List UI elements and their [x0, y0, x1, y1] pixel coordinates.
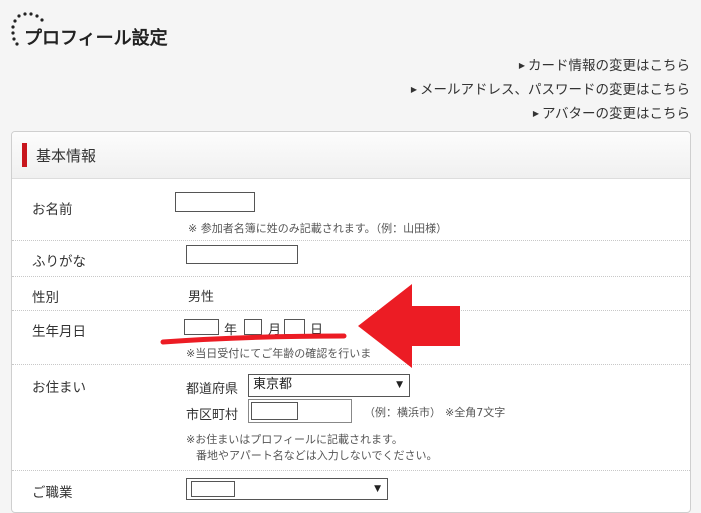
triangle-bullet-icon: ▶: [410, 85, 417, 94]
name-label: お名前: [32, 202, 73, 218]
page-title: プロフィール設定: [24, 28, 168, 49]
settings-links: ▶ カード情報の変更はこちら ▶ メールアドレス、パスワードの変更はこちら ▶ アバタ…: [411, 55, 690, 127]
dropdown-arrow-icon: ▼: [396, 380, 403, 390]
furigana-row: ふりがな: [12, 240, 690, 277]
birthdate-row: 生年月日 年 月 日 ※当日受付にてご年齢の確認を行いま: [12, 310, 690, 365]
name-input[interactable]: [175, 192, 255, 212]
gender-value: 男性: [188, 290, 215, 305]
month-unit: 月: [268, 323, 282, 338]
prefecture-select[interactable]: 東京都 ▼: [248, 374, 410, 397]
birthdate-note: ※当日受付にてご年齢の確認を行いま: [186, 347, 372, 360]
furigana-input[interactable]: [186, 245, 298, 264]
birth-month-input[interactable]: [244, 319, 262, 335]
year-unit: 年: [224, 323, 238, 338]
email-password-link[interactable]: ▶ メールアドレス、パスワードの変更はこちら: [411, 79, 690, 103]
occupation-select[interactable]: ▼: [186, 478, 388, 500]
name-row: お名前 ※ 参加者名簿に姓のみ記載されます。（例：山田様）: [12, 179, 690, 241]
birth-year-input[interactable]: [184, 319, 219, 335]
address-note-line1: ※お住まいはプロフィールに記載されます。: [186, 433, 403, 446]
address-label: お住まい: [32, 380, 86, 396]
gender-label: 性別: [32, 290, 59, 306]
dropdown-arrow-icon: ▼: [374, 484, 381, 494]
prefecture-label: 都道府県: [186, 382, 239, 397]
city-input[interactable]: [251, 402, 298, 420]
card-info-link[interactable]: ▶ カード情報の変更はこちら: [411, 55, 690, 79]
occupation-value-box: [191, 481, 235, 497]
triangle-bullet-icon: ▶: [518, 61, 525, 70]
basic-info-panel: 基本情報 お名前 ※ 参加者名簿に姓のみ記載されます。（例：山田様） ふりがな …: [11, 131, 691, 513]
address-note-line2: 番地やアパート名などは入力しないでください。: [196, 449, 438, 462]
gender-row: 性別 男性: [12, 276, 690, 311]
occupation-row: ご職業 ▼: [12, 470, 690, 510]
city-example: （例：横浜市）: [364, 406, 441, 419]
avatar-link[interactable]: ▶ アバターの変更はこちら: [411, 103, 690, 127]
occupation-label: ご職業: [32, 485, 73, 501]
city-label: 市区町村: [186, 408, 239, 423]
prefecture-value: 東京都: [253, 377, 293, 392]
triangle-bullet-icon: ▶: [532, 109, 540, 118]
panel-title: 基本情報: [36, 147, 97, 165]
accent-bar: [22, 143, 27, 167]
panel-header: 基本情報: [12, 132, 690, 179]
furigana-label: ふりがな: [32, 254, 86, 270]
address-row: お住まい 都道府県 東京都 ▼ 市区町村 （例：横浜市） ※全角7文字 ※お住ま…: [12, 364, 690, 471]
birth-day-input[interactable]: [284, 319, 305, 335]
birthdate-label: 生年月日: [32, 324, 86, 340]
day-unit: 日: [310, 323, 324, 338]
name-note: ※ 参加者名簿に姓のみ記載されます。（例：山田様）: [188, 222, 448, 235]
city-limit: ※全角7文字: [445, 406, 506, 419]
city-input-frame: [248, 399, 352, 423]
